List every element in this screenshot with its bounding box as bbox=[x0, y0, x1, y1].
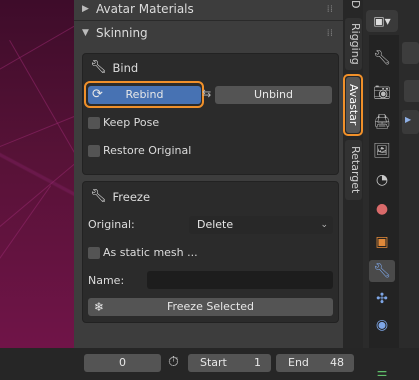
constraints-icon[interactable]: ⚌ bbox=[369, 364, 395, 380]
original-dropdown[interactable]: Delete ⌄ bbox=[189, 216, 333, 234]
stopwatch-icon[interactable]: ⏱︎ bbox=[168, 354, 179, 370]
end-value: 48 bbox=[330, 356, 344, 369]
wrench-icon: 🔧︎ bbox=[90, 60, 107, 75]
unbind-label: Unbind bbox=[253, 88, 293, 101]
particles-icon[interactable]: ✣ bbox=[369, 289, 395, 309]
render-icon[interactable]: 📷︎ bbox=[369, 83, 395, 103]
drag-handle-icon[interactable]: ⁞⁞ bbox=[327, 4, 333, 15]
tab-partial[interactable]: D bbox=[345, 0, 362, 12]
static-mesh-label: As static mesh ... bbox=[103, 246, 198, 259]
snowflake-icon: ❄ bbox=[94, 300, 105, 314]
restore-original-checkbox[interactable] bbox=[88, 145, 100, 157]
chevron-down-icon: ⌄ bbox=[320, 220, 328, 230]
properties-field[interactable] bbox=[404, 80, 419, 102]
panel-title: Avatar Materials bbox=[96, 2, 194, 16]
name-label: Name: bbox=[88, 274, 125, 287]
tool-icon[interactable]: 🔧︎ bbox=[369, 48, 395, 68]
avatar-materials-header[interactable]: ▶ Avatar Materials ⁞⁞ bbox=[74, 0, 343, 21]
object-icon[interactable]: ▣ bbox=[369, 232, 395, 252]
world-icon[interactable]: ● bbox=[369, 199, 395, 219]
unbind-button[interactable]: Unbind bbox=[215, 86, 332, 104]
freeze-selected-button[interactable]: ❄ Freeze Selected bbox=[88, 298, 333, 316]
wrench-icon[interactable]: 🔧︎ bbox=[369, 261, 395, 281]
bind-mode-icon: ⇆ bbox=[202, 87, 212, 100]
start-value: 1 bbox=[254, 356, 261, 369]
rebind-button[interactable]: ⟳ Rebind bbox=[88, 86, 201, 104]
current-frame-field[interactable]: 0 bbox=[84, 354, 161, 372]
view-layer-icon[interactable]: 🖼︎ bbox=[369, 141, 395, 161]
freeze-selected-label: Freeze Selected bbox=[166, 300, 255, 313]
start-frame-field[interactable]: Start 1 bbox=[188, 354, 271, 372]
original-label: Original: bbox=[88, 218, 135, 231]
static-mesh-checkbox[interactable] bbox=[88, 247, 100, 259]
bind-subheader: 🔧︎ Bind bbox=[90, 60, 138, 75]
grid-line bbox=[9, 40, 74, 162]
tab-rigging[interactable]: Rigging bbox=[345, 18, 362, 70]
original-value: Delete bbox=[197, 218, 234, 231]
output-icon[interactable]: 🖨︎ bbox=[369, 112, 395, 132]
freeze-title: Freeze bbox=[112, 189, 151, 204]
chevron-right-icon: ▶ bbox=[82, 4, 89, 14]
physics-icon[interactable]: ◉ bbox=[369, 315, 395, 335]
wrench-icon: 🔧︎ bbox=[90, 189, 107, 204]
editor-type-button[interactable]: ▣▾ bbox=[366, 10, 398, 32]
tab-retarget[interactable]: Retarget bbox=[345, 140, 362, 200]
restore-original-label: Restore Original bbox=[103, 144, 192, 157]
skinning-header[interactable]: ▼ Skinning ⁞⁞ bbox=[74, 21, 343, 45]
grid-line bbox=[0, 97, 74, 151]
name-input[interactable] bbox=[147, 271, 333, 289]
refresh-icon: ⟳ bbox=[92, 87, 103, 102]
end-frame-field[interactable]: End 48 bbox=[276, 354, 354, 372]
keep-pose-checkbox[interactable] bbox=[88, 117, 100, 129]
panel-title: Skinning bbox=[96, 26, 148, 40]
chevron-down-icon: ▼ bbox=[82, 28, 89, 38]
bind-title: Bind bbox=[112, 60, 139, 75]
drag-handle-icon[interactable]: ⁞⁞ bbox=[327, 28, 333, 39]
rebind-label: Rebind bbox=[125, 88, 164, 101]
keep-pose-label: Keep Pose bbox=[103, 116, 160, 129]
search-field[interactable] bbox=[402, 42, 419, 64]
start-label: Start bbox=[200, 356, 227, 369]
sidebar-tabs: D Rigging Avastar Retarget bbox=[343, 0, 363, 348]
chevron-right-icon: ▶ bbox=[405, 115, 412, 124]
grid-line bbox=[0, 140, 74, 231]
freeze-subheader: 🔧︎ Freeze bbox=[90, 189, 150, 204]
scene-icon[interactable]: ◔ bbox=[369, 170, 395, 190]
sidebar-panel: ▶ Avatar Materials ⁞⁞ ▼ Skinning ⁞⁞ 🔧︎ B… bbox=[74, 0, 343, 348]
end-label: End bbox=[288, 356, 309, 369]
tab-avastar[interactable]: Avastar bbox=[346, 77, 360, 133]
expand-row-button[interactable]: ▶ bbox=[402, 110, 419, 134]
3d-viewport[interactable] bbox=[0, 0, 74, 348]
